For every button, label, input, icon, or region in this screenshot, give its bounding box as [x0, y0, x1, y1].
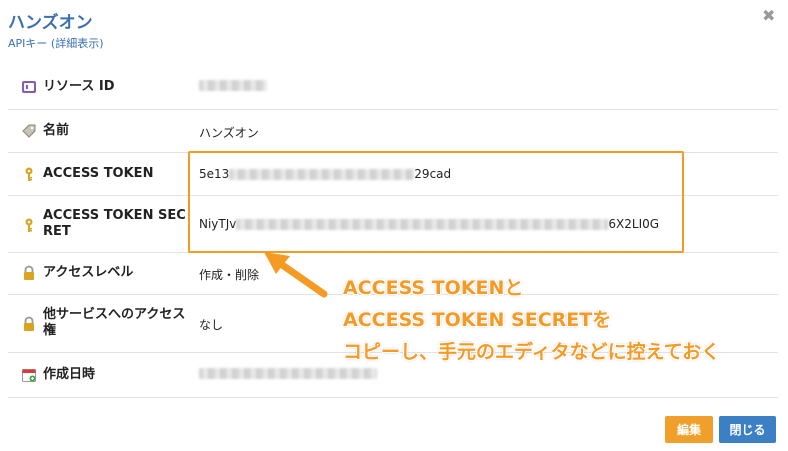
resource-id-value [199, 80, 267, 91]
other-service-access-value[interactable]: なし [199, 316, 223, 333]
token-highlight-box [188, 151, 684, 253]
annotation-line-1: ACCESS TOKENと [343, 277, 524, 299]
annotation-arrow [264, 252, 328, 298]
access-token-label: ACCESS TOKEN [43, 166, 154, 181]
edit-button[interactable]: 編集 [665, 416, 713, 443]
annotation-line-2: ACCESS TOKEN SECRETを [343, 309, 612, 331]
redacted-created-at [199, 368, 377, 379]
annotation-text: ACCESS TOKENと ACCESS TOKEN SECRETを コピーし、… [343, 272, 720, 368]
access-level-label: アクセスレベル [43, 265, 134, 280]
key-icon [20, 216, 38, 234]
key-icon [20, 165, 38, 183]
id-card-icon [20, 78, 38, 96]
dialog-subtitle: APIキー (詳細表示) [8, 37, 104, 50]
dialog-title: ハンズオン [8, 13, 93, 33]
calendar-icon [20, 366, 38, 384]
access-token-secret-label: ACCESS TOKEN SECRET [43, 208, 186, 239]
lock-icon [20, 264, 38, 282]
resource-id-label: リソース ID [43, 79, 115, 94]
row-name: 名前 ハンズオン [8, 110, 778, 153]
redacted-resource-id [199, 80, 267, 91]
other-service-access-label: 他サービスへのアクセス権 [43, 307, 186, 338]
name-label: 名前 [43, 123, 70, 138]
name-value[interactable]: ハンズオン [199, 124, 259, 141]
created-at-value [199, 368, 377, 379]
lock-icon [20, 315, 38, 333]
created-at-label: 作成日時 [43, 367, 96, 382]
row-resource-id: リソース ID [8, 64, 778, 110]
annotation-line-3: コピーし、手元のエディタなどに控えておく [343, 341, 721, 363]
access-level-value[interactable]: 作成・削除 [199, 266, 259, 283]
close-icon[interactable]: ✖ [762, 6, 775, 25]
tag-icon [20, 122, 38, 140]
close-button[interactable]: 閉じる [719, 416, 776, 443]
